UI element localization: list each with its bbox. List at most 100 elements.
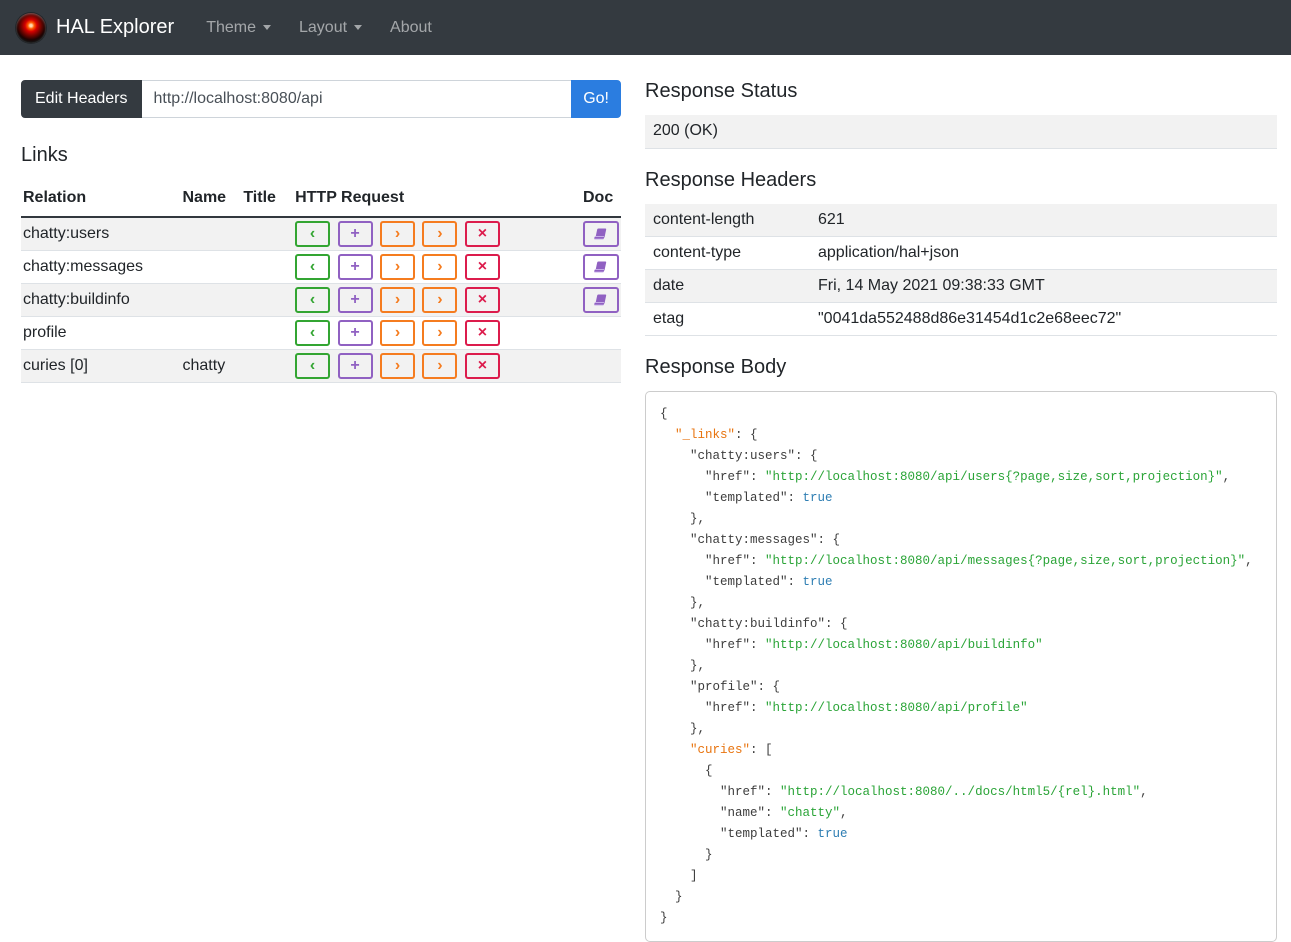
doc-button[interactable] (582, 254, 619, 280)
title-cell (241, 349, 294, 383)
response-status-table: 200 (OK) (645, 115, 1277, 149)
delete-request-button[interactable]: × (464, 320, 500, 346)
name-cell: chatty (180, 349, 242, 383)
relation-cell: chatty:buildinfo (21, 283, 181, 317)
put-request-button[interactable]: › (380, 254, 415, 280)
json-line: ] (660, 869, 698, 883)
json-line: "href": "http://localhost:8080/api/messa… (660, 554, 1253, 568)
patch-request-button[interactable]: › (422, 287, 458, 313)
json-line: "templated": true (660, 491, 833, 505)
nav-layout-dropdown[interactable]: Layout (285, 11, 376, 45)
doc-cell (580, 283, 621, 317)
hal-9000-eye-icon (16, 12, 46, 43)
header-key: date (645, 269, 810, 303)
delete-request-button[interactable]: × (464, 287, 500, 313)
links-table-header-row: Relation Name Title HTTP Request Doc (21, 183, 621, 218)
nav-theme-label: Theme (206, 18, 256, 36)
get-request-button[interactable]: ‹ (295, 353, 331, 379)
x-icon: × (477, 258, 488, 275)
relation-cell: profile (21, 316, 181, 350)
title-cell (241, 283, 294, 317)
http-request-cell: ‹ + › › × (293, 217, 581, 251)
chevron-right-icon: › (394, 258, 401, 275)
header-key: content-length (645, 203, 810, 237)
response-body-json: { "_links": { "chatty:users": { "href": … (645, 391, 1277, 942)
go-button[interactable]: Go! (571, 80, 621, 118)
patch-request-button[interactable]: › (422, 254, 458, 280)
chevron-right-icon: › (437, 225, 443, 242)
nav-links: Theme Layout About (192, 11, 446, 45)
patch-request-button[interactable]: › (422, 221, 458, 247)
get-request-button[interactable]: ‹ (295, 221, 331, 247)
http-request-cell: ‹ + › › × (293, 250, 581, 284)
get-request-button[interactable]: ‹ (295, 287, 331, 313)
json-line: } (660, 848, 713, 862)
nav-theme-dropdown[interactable]: Theme (192, 11, 285, 45)
status-row: 200 (OK) (645, 115, 1277, 149)
x-icon: × (477, 291, 488, 308)
delete-request-button[interactable]: × (464, 221, 500, 247)
http-request-cell: ‹ + › › × (293, 283, 581, 317)
header-value: 621 (810, 203, 1277, 237)
plus-icon: + (350, 324, 360, 341)
links-heading: Links (21, 144, 68, 166)
table-row: profile ‹ + › › × (21, 316, 621, 350)
delete-request-button[interactable]: × (464, 353, 500, 379)
json-line: "_links": { (675, 428, 758, 442)
put-request-button[interactable]: › (380, 221, 415, 247)
doc-cell (580, 316, 621, 350)
name-cell (180, 217, 242, 251)
doc-button[interactable] (582, 221, 619, 247)
response-column: Response Status 200 (OK) Response Header… (645, 80, 1277, 942)
doc-cell (580, 250, 621, 284)
json-line: } (660, 911, 668, 925)
plus-icon: + (350, 258, 360, 275)
header-row: content-type application/hal+json (645, 236, 1277, 270)
get-request-button[interactable]: ‹ (295, 320, 331, 346)
get-request-button[interactable]: ‹ (295, 254, 331, 280)
put-request-button[interactable]: › (380, 320, 415, 346)
delete-request-button[interactable]: × (464, 254, 500, 280)
post-request-button[interactable]: + (337, 254, 373, 280)
nav-about[interactable]: About (376, 11, 446, 45)
put-request-button[interactable]: › (380, 287, 415, 313)
brand[interactable]: HAL Explorer (16, 12, 175, 43)
doc-cell (580, 217, 621, 251)
plus-icon: + (350, 291, 360, 308)
edit-headers-button[interactable]: Edit Headers (21, 80, 142, 118)
col-header-title: Title (241, 183, 294, 218)
brand-label: HAL Explorer (56, 16, 175, 38)
plus-icon: + (350, 225, 360, 242)
json-line: "templated": true (660, 575, 833, 589)
chevron-right-icon: › (437, 357, 443, 374)
post-request-button[interactable]: + (337, 320, 373, 346)
json-line: "href": "http://localhost:8080/api/profi… (660, 701, 1028, 715)
post-request-button[interactable]: + (337, 353, 373, 379)
http-request-cell: ‹ + › › × (293, 316, 581, 350)
header-key: etag (645, 302, 810, 336)
json-line: "href": "http://localhost:8080/api/users… (660, 470, 1231, 484)
chevron-down-icon (354, 25, 363, 30)
json-line: "chatty:messages": { (660, 533, 841, 547)
patch-request-button[interactable]: › (422, 320, 458, 346)
x-icon: × (477, 225, 488, 242)
header-value: Fri, 14 May 2021 09:38:33 GMT (810, 269, 1277, 303)
post-request-button[interactable]: + (337, 287, 373, 313)
nav-about-label: About (390, 18, 432, 36)
table-row: chatty:users ‹ + › › × (21, 217, 621, 251)
post-request-button[interactable]: + (337, 221, 373, 247)
plus-icon: + (350, 357, 360, 374)
chevron-left-icon: ‹ (309, 324, 316, 341)
url-input[interactable] (141, 80, 572, 118)
main-content: Edit Headers Go! Links Relation Name Tit… (0, 55, 1291, 942)
header-key: content-type (645, 236, 810, 270)
header-value: application/hal+json (810, 236, 1277, 270)
table-row: curies [0] chatty ‹ + › › × (21, 349, 621, 383)
relation-cell: chatty:users (21, 217, 181, 251)
json-line: "href": "http://localhost:8080/../docs/h… (660, 785, 1148, 799)
patch-request-button[interactable]: › (422, 353, 458, 379)
doc-button[interactable] (582, 287, 619, 313)
put-request-button[interactable]: › (380, 353, 415, 379)
x-icon: × (477, 357, 488, 374)
header-value: "0041da552488d86e31454d1c2e68eec72" (810, 302, 1277, 336)
